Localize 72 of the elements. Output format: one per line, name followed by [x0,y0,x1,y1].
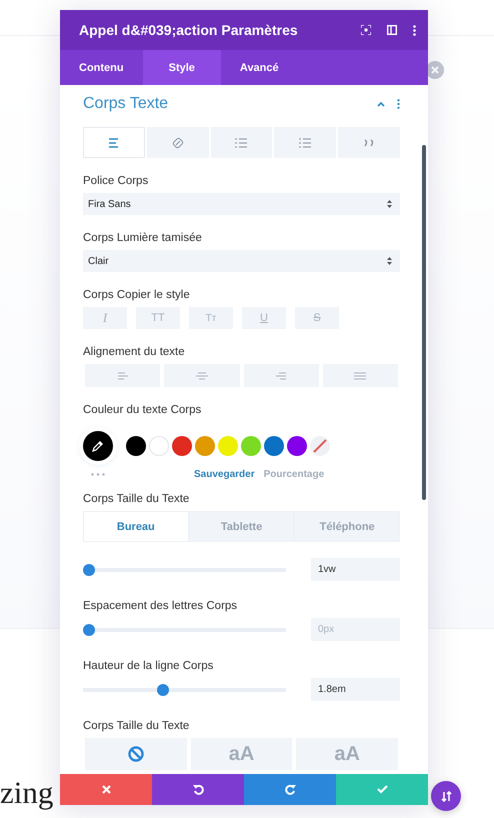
field-label: Corps Copier le style [83,288,191,302]
field-label: Corps Lumière tamisée [83,231,203,245]
text-style-button[interactable]: I [83,307,127,329]
eyedropper-icon [92,440,104,452]
field-label: Couleur du texte Corps [83,403,202,417]
align-justify-icon [354,372,366,380]
align-center-icon [196,372,208,380]
device-tab[interactable]: Tablette [188,511,294,542]
columns-icon[interactable] [387,25,397,35]
sort-arrows-icon [440,790,452,802]
panel-tab[interactable]: Style [142,50,221,85]
field-label: Police Corps [83,174,150,188]
paragraph-icon [108,138,120,148]
field-label: Hauteur de la ligne Corps [83,659,214,673]
color-swatch[interactable] [287,436,307,456]
section-title[interactable]: Corps Texte [83,95,365,113]
text-style-button[interactable]: U [242,307,286,329]
value-field[interactable]: 1vw [311,558,400,581]
slider-thumb[interactable] [157,684,170,696]
dropdown-arrows-icon [387,257,392,265]
page-heading: zing [0,774,54,812]
preset-option[interactable] [85,738,187,770]
slider-thumb[interactable] [83,564,95,576]
color-swatch[interactable] [195,436,215,456]
chevron-up-icon[interactable] [377,102,385,106]
no-color-swatch[interactable] [310,436,330,456]
slider-thumb[interactable] [83,624,95,636]
bullet-list-icon [235,138,248,148]
undo-icon [192,784,204,795]
device-tab[interactable]: Bureau [83,511,189,542]
color-swatch[interactable] [218,436,238,456]
panel-tab[interactable]: Avancé [220,50,298,85]
text-style-button[interactable]: TT [136,307,180,329]
preset-option[interactable]: aA [190,738,292,770]
dropdown-arrows-icon [387,200,392,208]
color-swatch[interactable] [126,436,146,456]
align-right-icon [275,372,288,380]
sort-button[interactable] [431,781,461,811]
select-field[interactable]: Fira Sans [83,193,400,215]
eyedropper-button[interactable] [83,431,113,461]
value-field[interactable]: 1.8em [311,678,400,701]
align-left-icon [116,372,129,380]
color-swatch[interactable] [264,436,284,456]
device-tab[interactable]: Téléphone [294,511,400,542]
text-style-button[interactable]: S [295,307,339,329]
color-swatch[interactable] [172,436,192,456]
check-icon [376,785,388,794]
field-label: Corps Taille du Texte [83,719,190,733]
panel-tab[interactable]: Contenu [60,50,143,85]
numbered-list-icon [299,138,312,148]
align-button[interactable] [322,364,398,387]
field-label: Alignement du texte [83,345,186,359]
more-icon[interactable] [413,24,416,36]
color-swatch[interactable] [149,436,169,456]
color-swatch[interactable] [241,436,261,456]
text-type-tab[interactable] [83,127,145,158]
palette-tab[interactable]: Pourcentage [264,468,324,480]
field-label: Corps Taille du Texte [83,492,190,506]
value-field[interactable]: 0px [311,618,400,641]
link-icon [172,136,184,148]
redo-icon [284,784,296,795]
panel-title: Appel d&#039;action Paramètres [79,22,299,38]
close-icon [102,785,110,794]
no-entry-icon [128,746,144,762]
preset-option[interactable]: aA [296,738,398,770]
quote-icon [363,138,376,146]
select-field[interactable]: Clair [83,250,400,272]
more-icon[interactable] [397,99,400,109]
focus-icon[interactable] [361,25,371,35]
field-label: Espacement des lettres Corps [83,599,238,613]
palette-tab[interactable]: Sauvegarder [194,468,255,480]
text-style-button[interactable]: Tт [189,307,233,329]
